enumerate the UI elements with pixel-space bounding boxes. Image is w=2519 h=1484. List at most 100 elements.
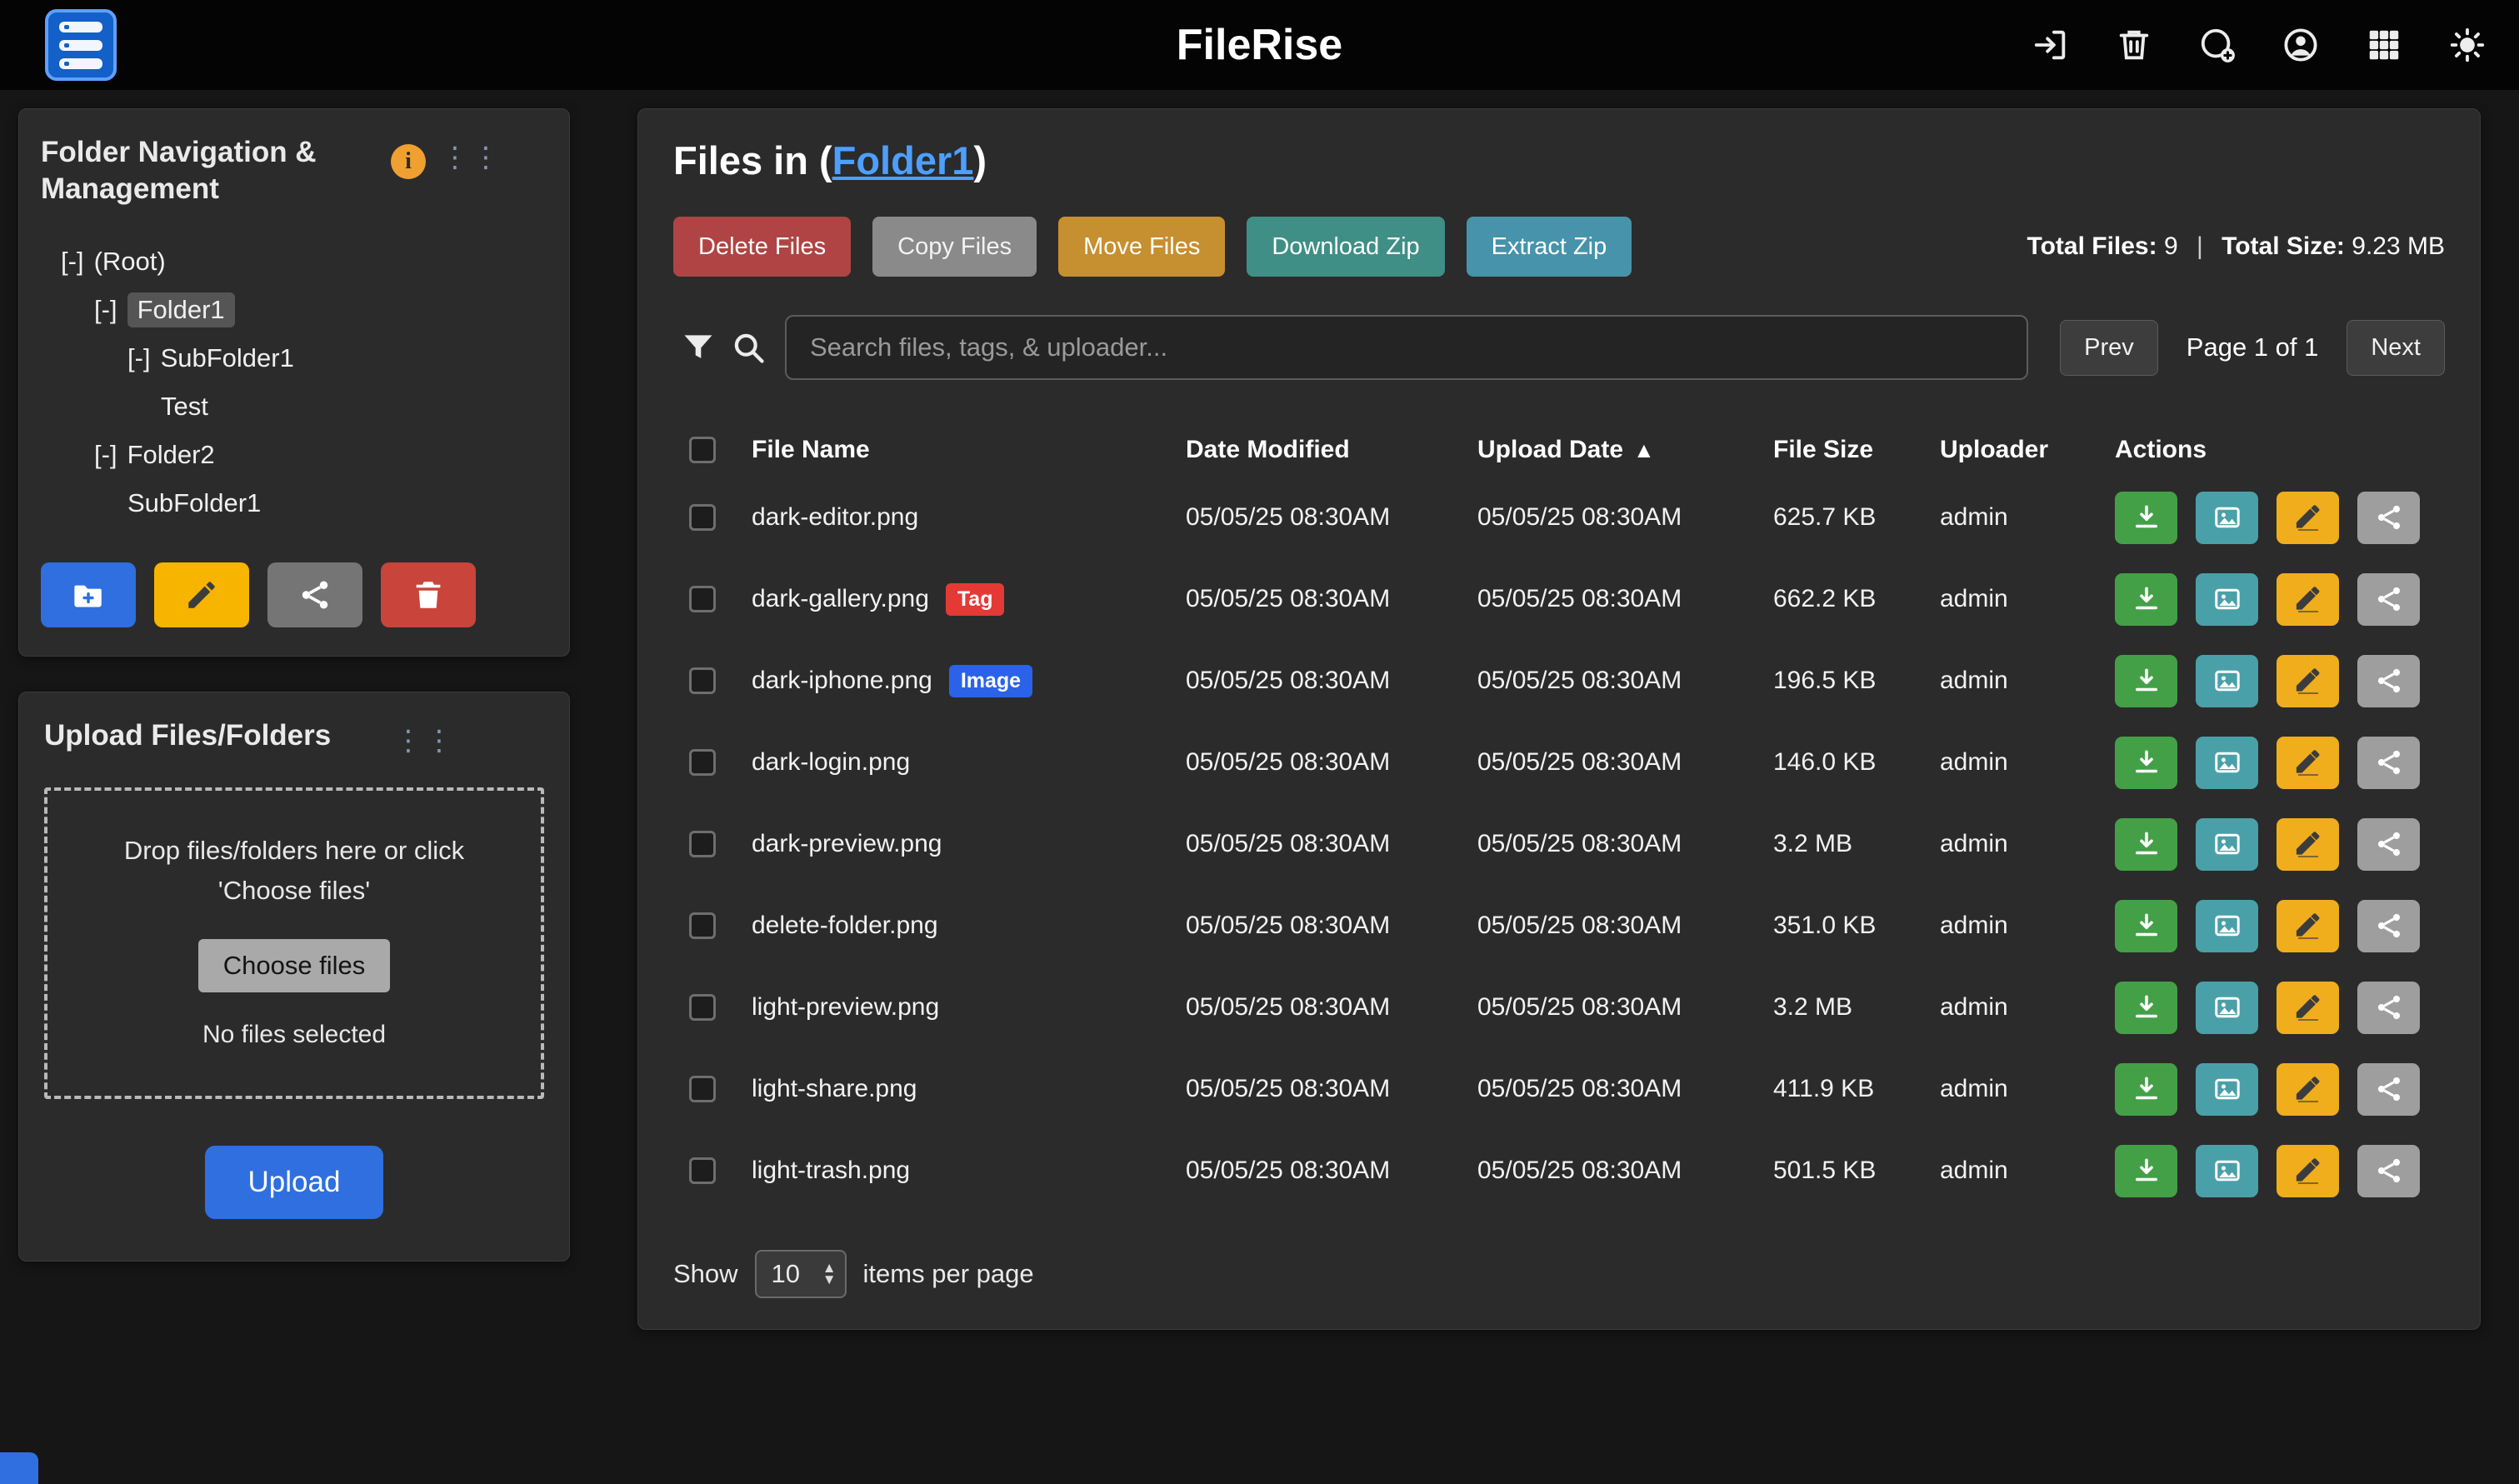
folder-name[interactable]: SubFolder1 [161,343,294,373]
rename-file-button[interactable] [2277,982,2339,1034]
apps-grid-button[interactable] [2362,23,2406,67]
folder-tree-item[interactable]: Test [41,382,547,431]
download-file-button[interactable] [2115,1063,2177,1116]
upload-button[interactable]: Upload [205,1146,384,1219]
share-file-button[interactable] [2357,900,2420,952]
preview-file-button[interactable] [2196,818,2258,871]
row-checkbox[interactable] [689,994,716,1021]
share-file-button[interactable] [2357,573,2420,626]
download-file-button[interactable] [2115,737,2177,789]
prev-page-button[interactable]: Prev [2060,320,2158,376]
file-name[interactable]: light-trash.png [752,1157,910,1185]
file-name[interactable]: dark-editor.png [752,503,918,532]
items-per-page-input[interactable]: 10 ▲▼ [755,1250,847,1298]
share-folder-button[interactable] [267,562,362,627]
column-header-upload-date[interactable]: Upload Date▲ [1477,436,1773,464]
share-file-button[interactable] [2357,492,2420,544]
move-files-button[interactable]: Move Files [1058,217,1225,277]
share-file-button[interactable] [2357,818,2420,871]
folder-name[interactable]: (Root) [94,247,166,277]
folder-tree-item[interactable]: [-] Folder2 [41,431,547,479]
folder-tree-item[interactable]: [-] SubFolder1 [41,334,547,382]
folder-tree-item[interactable]: SubFolder1 [41,479,547,527]
rename-file-button[interactable] [2277,573,2339,626]
next-page-button[interactable]: Next [2347,320,2445,376]
download-file-button[interactable] [2115,573,2177,626]
search-input[interactable] [785,315,2028,380]
rename-file-button[interactable] [2277,818,2339,871]
row-checkbox[interactable] [689,749,716,776]
delete-button[interactable] [2112,23,2156,67]
column-header-uploader[interactable]: Uploader [1940,436,2115,464]
download-file-button[interactable] [2115,492,2177,544]
number-stepper-icon[interactable]: ▲▼ [822,1262,837,1285]
restore-button[interactable] [2196,23,2239,67]
tree-collapse-toggle[interactable]: [-] [127,343,151,373]
tree-collapse-toggle[interactable]: [-] [94,440,117,470]
folder-tree-item[interactable]: [-] Folder1 [41,286,547,334]
user-button[interactable] [2279,23,2322,67]
rename-file-button[interactable] [2277,1063,2339,1116]
column-header-date-modified[interactable]: Date Modified [1186,436,1477,464]
info-icon[interactable]: i [391,144,426,179]
rename-file-button[interactable] [2277,900,2339,952]
download-file-button[interactable] [2115,900,2177,952]
current-folder-link[interactable]: Folder1 [832,138,974,182]
download-file-button[interactable] [2115,1145,2177,1197]
download-file-button[interactable] [2115,655,2177,707]
preview-file-button[interactable] [2196,737,2258,789]
select-all-checkbox[interactable] [689,437,716,463]
share-file-button[interactable] [2357,737,2420,789]
share-file-button[interactable] [2357,1145,2420,1197]
rename-file-button[interactable] [2277,492,2339,544]
file-name[interactable]: light-preview.png [752,993,939,1022]
file-name[interactable]: dark-iphone.png [752,667,932,695]
drag-handle-icon[interactable]: ⋮⋮ [394,724,456,757]
rename-file-button[interactable] [2277,1145,2339,1197]
tree-collapse-toggle[interactable]: [-] [61,247,84,277]
folder-name[interactable]: Folder1 [127,292,235,327]
rename-file-button[interactable] [2277,737,2339,789]
download-file-button[interactable] [2115,982,2177,1034]
file-name[interactable]: dark-login.png [752,748,910,777]
preview-file-button[interactable] [2196,982,2258,1034]
theme-toggle-button[interactable] [2446,23,2489,67]
share-file-button[interactable] [2357,982,2420,1034]
logout-button[interactable] [2029,23,2072,67]
preview-file-button[interactable] [2196,1145,2258,1197]
rename-folder-button[interactable] [154,562,249,627]
folder-tree-item[interactable]: [-] (Root) [41,237,547,286]
file-name[interactable]: light-share.png [752,1075,917,1103]
row-checkbox[interactable] [689,1076,716,1102]
preview-file-button[interactable] [2196,1063,2258,1116]
copy-files-button[interactable]: Copy Files [872,217,1037,277]
delete-folder-button[interactable] [381,562,476,627]
file-name[interactable]: delete-folder.png [752,912,938,940]
folder-name[interactable]: SubFolder1 [127,488,261,518]
drag-handle-icon[interactable]: ⋮⋮ [441,141,502,174]
download-file-button[interactable] [2115,818,2177,871]
row-checkbox[interactable] [689,831,716,857]
search-button[interactable] [723,322,773,372]
row-checkbox[interactable] [689,1157,716,1184]
tree-collapse-toggle[interactable]: [-] [94,295,117,325]
folder-name[interactable]: Test [161,392,208,422]
delete-files-button[interactable]: Delete Files [673,217,851,277]
column-header-file-size[interactable]: File Size [1773,436,1940,464]
dropzone[interactable]: Drop files/folders here or click 'Choose… [44,787,544,1099]
choose-files-button[interactable]: Choose files [198,939,391,992]
preview-file-button[interactable] [2196,655,2258,707]
app-logo[interactable] [45,9,117,81]
preview-file-button[interactable] [2196,573,2258,626]
file-name[interactable]: dark-preview.png [752,830,942,858]
create-folder-button[interactable] [41,562,136,627]
filter-button[interactable] [673,322,723,372]
extract-zip-button[interactable]: Extract Zip [1467,217,1632,277]
row-checkbox[interactable] [689,586,716,612]
preview-file-button[interactable] [2196,900,2258,952]
share-file-button[interactable] [2357,1063,2420,1116]
rename-file-button[interactable] [2277,655,2339,707]
row-checkbox[interactable] [689,504,716,531]
row-checkbox[interactable] [689,667,716,694]
folder-name[interactable]: Folder2 [127,440,215,470]
